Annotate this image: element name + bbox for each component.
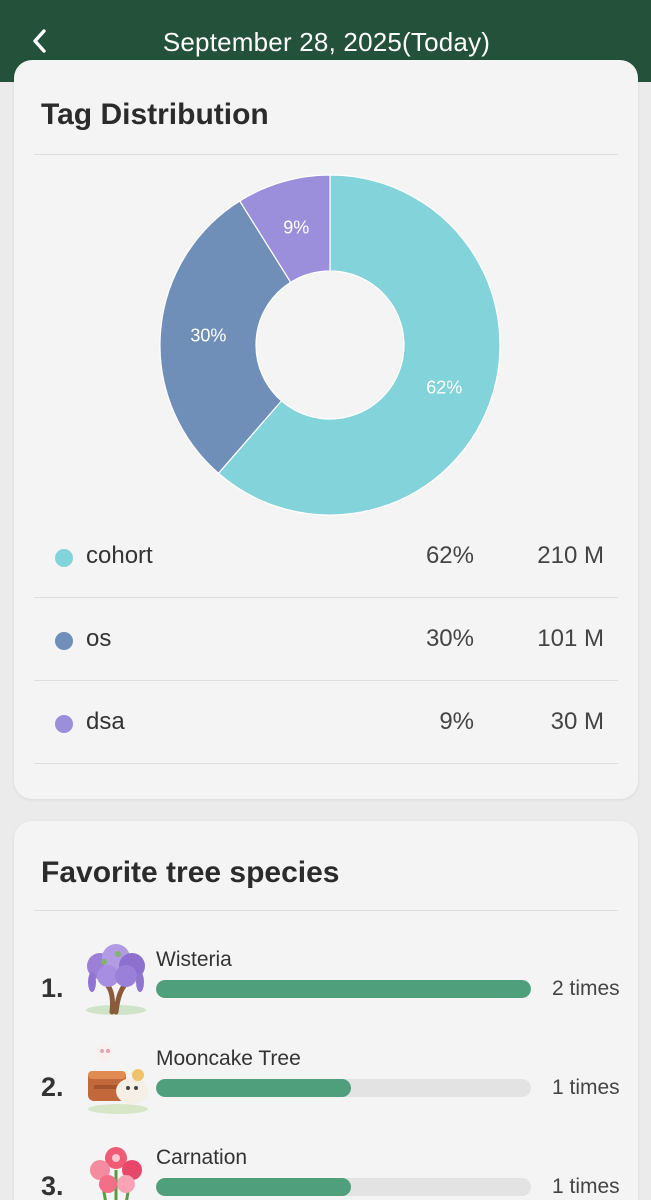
donut-label-os: 30% (190, 326, 226, 346)
section-title: Favorite tree species (41, 856, 340, 889)
count-bar-fill (156, 980, 531, 998)
species-name: Wisteria (156, 948, 232, 971)
species-row[interactable]: 1. Wisteria 2 times (14, 940, 638, 1030)
species-row[interactable]: 2. Mooncake Tree 1 times (14, 1039, 638, 1129)
legend-label: cohort (86, 542, 153, 569)
rank-number: 1. (41, 973, 64, 1003)
rank-number: 2. (41, 1072, 64, 1102)
section-title: Tag Distribution (41, 98, 269, 131)
species-row[interactable]: 3. Carnation 1 times (14, 1138, 638, 1200)
mooncake-tree-icon (88, 1044, 148, 1114)
divider (34, 910, 618, 911)
times-count: 2 times (552, 977, 620, 1000)
count-bar-fill (156, 1178, 351, 1196)
legend-value: 101 M (537, 625, 604, 652)
tag-distribution-card: Tag Distribution 62% 30% 9% cohort 62% 210 M… (14, 60, 638, 799)
rank-number: 3. (41, 1171, 64, 1200)
count-bar-track (156, 980, 531, 998)
legend-label: dsa (86, 708, 125, 735)
legend-percent: 62% (425, 542, 474, 569)
species-name: Carnation (156, 1146, 248, 1169)
tag-donut-chart: 62% 30% 9% (159, 174, 501, 516)
page-title: September 28, 2025(Today) (162, 27, 491, 57)
legend-label: os (86, 625, 112, 652)
count-bar-fill (156, 1079, 351, 1097)
legend-percent: 9% (439, 708, 474, 735)
legend-row-dsa[interactable]: dsa 9% 30 M (34, 681, 618, 764)
count-bar-track (156, 1178, 531, 1196)
legend-row-cohort[interactable]: cohort 62% 210 M (34, 515, 618, 598)
legend-percent: 30% (425, 625, 474, 652)
species-name: Mooncake Tree (156, 1047, 301, 1070)
legend-row-os[interactable]: os 30% 101 M (34, 598, 618, 681)
count-bar-track (156, 1079, 531, 1097)
carnation-icon (90, 1147, 142, 1200)
legend-dot-icon (55, 549, 73, 567)
legend-value: 210 M (537, 542, 604, 569)
legend-dot-icon (55, 715, 73, 733)
times-count: 1 times (552, 1175, 620, 1198)
legend-dot-icon (55, 632, 73, 650)
divider (34, 154, 618, 155)
favorite-species-card: Favorite tree species 1. Wisteria 2 time… (14, 821, 638, 1200)
times-count: 1 times (552, 1076, 620, 1099)
donut-label-cohort: 62% (426, 378, 462, 398)
wisteria-tree-icon (86, 944, 146, 1015)
donut-label-dsa: 9% (283, 218, 309, 238)
legend-value: 30 M (550, 708, 604, 735)
